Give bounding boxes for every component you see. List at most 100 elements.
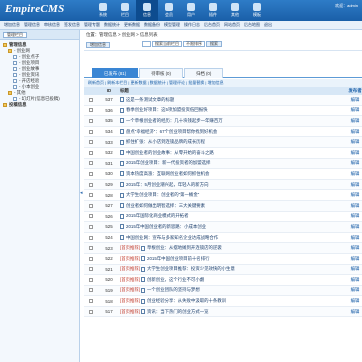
row-title-link[interactable]: 2015年中国创业者的新思路：小成本创业: [126, 224, 206, 230]
row-checkbox[interactable]: [89, 309, 93, 314]
row-edit-link[interactable]: 编辑: [348, 309, 362, 315]
row-edit-link[interactable]: 编辑: [348, 139, 362, 145]
sub-nav-link[interactable]: 网站首页: [224, 22, 240, 28]
search-input[interactable]: [142, 41, 151, 47]
sub-nav-link[interactable]: 退出: [264, 22, 272, 28]
row-title-link[interactable]: 2015年国际化商业模式的开拓者: [126, 213, 188, 219]
sub-nav-link[interactable]: 数据统计: [104, 22, 120, 28]
top-nav-item[interactable]: 会员: [158, 0, 180, 21]
row-checkbox[interactable]: [89, 182, 93, 187]
search-scope-select[interactable]: 搜索当前栏目: [152, 41, 182, 47]
row-edit-link[interactable]: 编辑: [348, 224, 362, 230]
sub-nav-link[interactable]: 签发信息: [64, 22, 80, 28]
row-edit-link[interactable]: 编辑: [348, 182, 362, 188]
row-check-cell: [84, 150, 98, 155]
sub-nav-link[interactable]: 操作日志: [184, 22, 200, 28]
status-tab[interactable]: 已发布 (81): [92, 68, 139, 78]
sort-select[interactable]: 不限排序: [183, 41, 205, 47]
top-nav-item[interactable]: 系统: [92, 0, 114, 21]
row-title-link[interactable]: 抓住扩张：从小店到连锁品牌的成长历程: [126, 139, 205, 145]
row-edit-link[interactable]: 编辑: [348, 235, 362, 241]
row-edit-link[interactable]: 编辑: [348, 266, 362, 272]
row-title-link[interactable]: 一个草根创业者的经历：几十块钱起步一年赚百万: [126, 118, 223, 124]
row-checkbox[interactable]: [89, 150, 93, 155]
row-checkbox[interactable]: [89, 288, 93, 293]
status-tab[interactable]: 待审核 (0): [139, 68, 183, 78]
row-edit-link[interactable]: 编辑: [348, 192, 362, 198]
status-tab[interactable]: 归档 (0): [183, 68, 224, 78]
quick-links[interactable]: 刷新首页 | 刷新本栏目 | 更新数据 | 数据统计 | 管理评论 | 批量替换…: [84, 79, 362, 87]
row-title-link[interactable]: 创新创业，这个行业不可小觑: [147, 277, 204, 283]
row-checkbox[interactable]: [89, 161, 93, 166]
row-checkbox[interactable]: [89, 108, 93, 113]
sub-nav-link[interactable]: 审核信息: [44, 22, 60, 28]
row-checkbox[interactable]: [89, 140, 93, 145]
row-edit-link[interactable]: 编辑: [348, 277, 362, 283]
row-title-link[interactable]: 中国创业者的创业故事：从零开始的奋斗之路: [126, 150, 214, 156]
row-title-link[interactable]: 2015年创业项目：新一代投资者的加盟选择: [126, 160, 210, 166]
sub-nav-link[interactable]: 管理专题: [84, 22, 100, 28]
document-icon: [120, 213, 124, 219]
row-checkbox[interactable]: [89, 129, 93, 134]
top-nav-item[interactable]: 栏目: [114, 0, 136, 21]
row-checkbox[interactable]: [89, 235, 93, 240]
sub-nav-link[interactable]: 模型管理: [164, 22, 180, 28]
row-edit-link[interactable]: 编辑: [348, 287, 362, 293]
top-nav-item[interactable]: 信息: [136, 0, 158, 21]
row-edit-link[interactable]: 编辑: [348, 203, 362, 209]
top-nav-item[interactable]: 插件: [202, 0, 224, 21]
row-title-link[interactable]: 资讯：当下热门的创业方式一览: [147, 309, 208, 315]
sub-nav-link[interactable]: 数据备份: [144, 22, 160, 28]
row-checkbox[interactable]: [89, 246, 93, 251]
row-title-link[interactable]: 创业经验分享：从失败中汲取的十条教训: [147, 298, 226, 304]
row-title-link[interactable]: 创业者如何做出明智选择：三大关键要素: [126, 203, 205, 209]
row-edit-link[interactable]: 编辑: [348, 160, 362, 166]
sub-nav-link[interactable]: 增加信息: [4, 22, 20, 28]
row-edit-link[interactable]: 编辑: [348, 298, 362, 304]
row-edit-link[interactable]: 编辑: [348, 150, 362, 156]
row-edit-link[interactable]: 编辑: [348, 97, 362, 103]
row-checkbox[interactable]: [89, 256, 93, 261]
row-edit-link[interactable]: 编辑: [348, 129, 362, 135]
row-edit-link[interactable]: 编辑: [348, 118, 362, 124]
row-title-link[interactable]: 2015年中国创业项目前十名排行: [147, 256, 209, 262]
manage-column-button[interactable]: 管理栏目: [3, 31, 27, 38]
tree-node[interactable]: 投稿信息: [3, 102, 76, 108]
top-nav-item[interactable]: 其他: [224, 0, 246, 21]
row-title-link[interactable]: 资本热度高涨：互联网创业者如何抓住机会: [126, 171, 209, 177]
row-title-link[interactable]: 大学生创业项目：创业者的“第一桶金”: [126, 192, 199, 198]
sub-nav-link[interactable]: 管理信息: [24, 22, 40, 28]
table-header: ID 标题 发布者: [84, 87, 362, 95]
row-title-link[interactable]: 春季创业好项目：这5项加盟投资低回报快: [126, 107, 207, 113]
row-checkbox[interactable]: [89, 224, 93, 229]
row-checkbox[interactable]: [89, 214, 93, 219]
top-nav-item[interactable]: 用户: [180, 0, 202, 21]
row-title-link[interactable]: 2015年：5月创业潮兴起，年轻人的新方向: [126, 182, 208, 188]
row-checkbox[interactable]: [89, 118, 93, 123]
row-edit-link[interactable]: 编辑: [348, 245, 362, 251]
row-checkbox[interactable]: [89, 203, 93, 208]
sub-nav-link[interactable]: 后台首页: [204, 22, 220, 28]
row-checkbox[interactable]: [89, 97, 93, 102]
sub-nav-link[interactable]: 后台地图: [244, 22, 260, 28]
row-title-link[interactable]: 大学生创业项目推荐：投资少见效快的小生意: [147, 266, 235, 272]
row-checkbox[interactable]: [89, 277, 93, 282]
add-info-button[interactable]: 增加信息: [86, 42, 110, 48]
search-button[interactable]: 搜索: [206, 41, 222, 47]
row-checkbox[interactable]: [89, 193, 93, 198]
row-title-link[interactable]: 草根创业：从摆地摊到开连锁店的逆袭: [147, 245, 222, 251]
row-checkbox[interactable]: [89, 299, 93, 304]
top-nav-item[interactable]: 模板: [246, 0, 268, 21]
row-edit-link[interactable]: 编辑: [348, 213, 362, 219]
row-title-link[interactable]: 盘点“幸福经济”：67个创业项目帮你找到好机会: [126, 129, 217, 135]
row-checkbox[interactable]: [89, 267, 93, 272]
row-title-link[interactable]: 中国创业网：宣布与多家知名企业达成战略合作: [126, 235, 218, 241]
row-checkbox[interactable]: [89, 171, 93, 176]
row-title-link[interactable]: 一个创业团队的坚持与梦想: [147, 287, 200, 293]
row-edit-link[interactable]: 编辑: [348, 107, 362, 113]
row-edit-link[interactable]: 编辑: [348, 171, 362, 177]
row-edit-link[interactable]: 编辑: [348, 256, 362, 262]
row-title-link[interactable]: 这是一条测试文章的标题: [126, 97, 174, 103]
empirecms-logo[interactable]: EmpireCMS: [5, 3, 65, 15]
sub-nav-link[interactable]: 更新数据: [124, 22, 140, 28]
